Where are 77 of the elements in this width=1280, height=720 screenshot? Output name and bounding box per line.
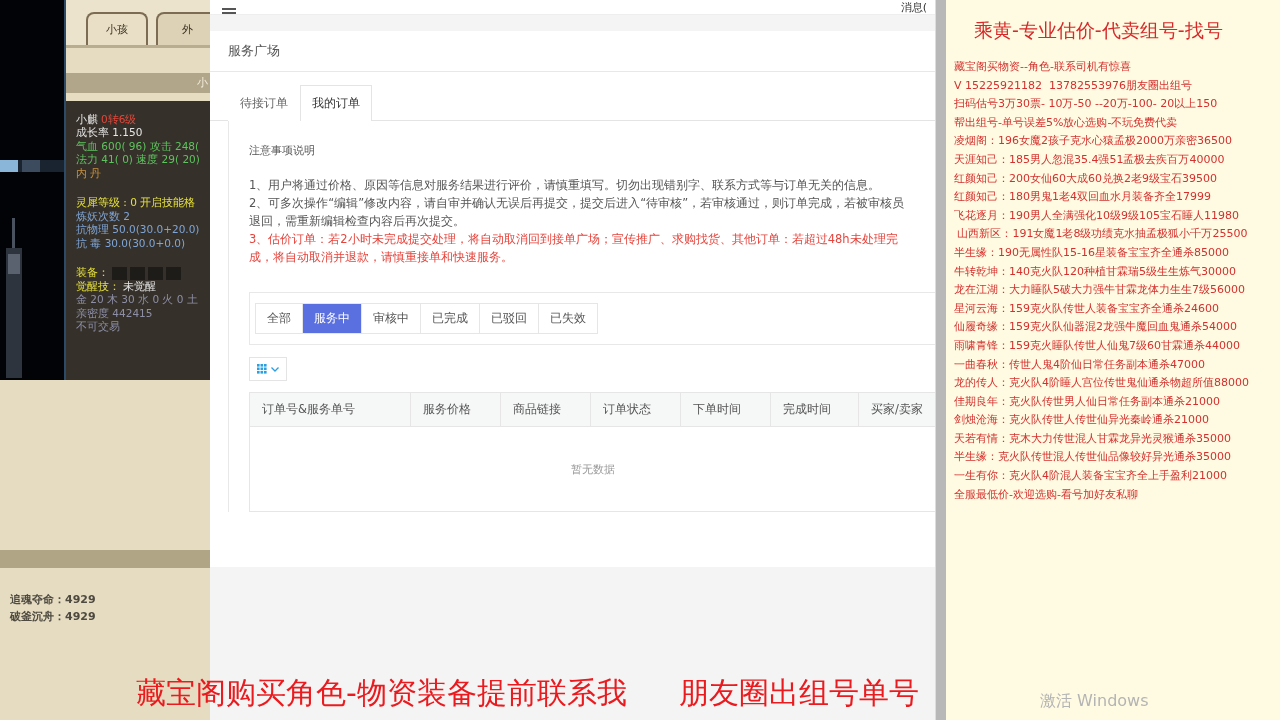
map-tab[interactable] bbox=[0, 160, 18, 172]
ad-line: 雨啸青锋：159克火睡队传世人仙鬼7级60甘霖通杀44000 bbox=[954, 337, 1241, 354]
page-title: 服务广场 bbox=[210, 31, 935, 72]
stat-text: 追魂夺命：4929 bbox=[10, 592, 97, 607]
stat-text: 不可交易 bbox=[76, 320, 120, 335]
stat-text: 法力 41( 0) 速度 29( 20) bbox=[76, 153, 200, 168]
ad-line: 全服最低价-欢迎选购-看号加好友私聊 bbox=[954, 486, 1139, 503]
ad-line: 山西新区：191女魔1老8级功绩克水抽孟极狐小千万25500 bbox=[956, 226, 1249, 243]
ad-line: 飞花逐月：190男人全满强化10级9级105宝石睡人11980 bbox=[954, 207, 1240, 224]
stat-text: 内 丹 bbox=[76, 166, 102, 181]
column-header: 订单号&服务单号 bbox=[250, 393, 411, 426]
ad-line: 藏宝阁买物资--角色-联系司机有惊喜 bbox=[954, 59, 1132, 75]
map-tab[interactable] bbox=[22, 160, 40, 172]
filter-button[interactable]: 已驳回 bbox=[479, 303, 539, 334]
ad-line: 红颜知己：200女仙60大成60兑换2老9级宝石39500 bbox=[954, 170, 1218, 187]
message-link[interactable]: 消息( bbox=[900, 2, 927, 14]
empty-text: 暂无数据 bbox=[570, 461, 615, 477]
filter-button[interactable]: 已失效 bbox=[538, 303, 598, 334]
column-header: 完成时间 bbox=[771, 393, 859, 426]
tower-icon bbox=[6, 218, 22, 378]
ad-line: 扫码估号3万30票- 10万-50 --20万-100- 20以上150 bbox=[954, 96, 1219, 113]
tab[interactable]: 我的订单 bbox=[300, 85, 372, 121]
stat-text: 炼妖次数 2 bbox=[76, 209, 131, 224]
stat-text: 灵犀等级 : 0 开启技能格 bbox=[76, 196, 196, 211]
notice-text: 2、可多次操作“编辑”修改内容，请自审并确认无误后再提交，提交后进入“待审核”，若审核通过，则订单完成，若被审核员退回，需重新编辑检查内容后再次提交。 bbox=[249, 195, 906, 230]
notice-title: 注意事项说明 bbox=[249, 143, 316, 158]
stat-text: 觉醒技： bbox=[76, 279, 120, 294]
caption-text: 朋友圈出组号单号 bbox=[678, 678, 919, 708]
game-tab[interactable]: 外 bbox=[156, 12, 210, 45]
stat-text: 气血 600( 96) 攻击 248( bbox=[76, 139, 200, 154]
stat-text: 小麒 bbox=[76, 112, 98, 127]
ad-line: 佳期良年：克火队传世男人仙日常任务副本通杀21000 bbox=[954, 393, 1221, 410]
ad-line: 天涯知己：185男人忽混35.4强51孟极去疾百万40000 bbox=[954, 151, 1226, 168]
stat-text: 抗 毒 30.0(30.0+0.0) bbox=[76, 236, 186, 251]
ad-title: 乘黄-专业估价-代卖组号-找号 bbox=[974, 18, 1224, 43]
stat-text: 成长率 1.150 bbox=[76, 126, 143, 141]
ad-line: 红颜知己：180男鬼1老4双回血水月装备齐全17999 bbox=[954, 189, 1212, 206]
ad-line: 一曲春秋：传世人鬼4阶仙日常任务副本通杀47000 bbox=[954, 356, 1206, 373]
column-header: 订单状态 bbox=[591, 393, 681, 426]
ad-line: 龙的传人：克火队4阶睡人宫位传世鬼仙通杀物超所值88000 bbox=[954, 375, 1250, 392]
ad-line: 龙在江湖：大力睡队5破大力强牛甘霖龙体力生生7级56000 bbox=[954, 282, 1246, 299]
column-header: 商品链接 bbox=[501, 393, 591, 426]
panel-header: 小 bbox=[66, 73, 210, 93]
filter-button[interactable]: 审核中 bbox=[361, 303, 421, 334]
column-header: 下单时间 bbox=[681, 393, 771, 426]
filter-button[interactable]: 服务中 bbox=[302, 303, 362, 334]
ad-line: 帮出组号-单号误差5%放心选购-不玩免费代卖 bbox=[954, 114, 1179, 131]
stat-text: 抗物理 50.0(30.0+20.0) bbox=[76, 223, 200, 238]
stat-text: 0转6级 bbox=[101, 112, 137, 127]
ad-line: 星河云海：159克火队传世人装备宝宝齐全通杀24600 bbox=[954, 300, 1220, 317]
game-tab[interactable]: 小孩 bbox=[86, 12, 148, 45]
notice-text: 3、估价订单：若2小时未完成提交处理，将自动取消回到接单广场；宣传推广、求购找货、其他订单：若超过48h未处理完成，将自动取消并退款，请慎重接单和快速服务。 bbox=[249, 231, 899, 266]
scrollbar[interactable] bbox=[935, 0, 946, 720]
ad-line: 剑烛沧海：克火队传世人传世仙异光秦岭通杀21000 bbox=[954, 412, 1210, 429]
stat-text: 亲密度 442415 bbox=[76, 306, 153, 321]
ad-line: 仙履奇缘：159克火队仙器混2龙强牛魔回血鬼通杀54000 bbox=[954, 319, 1238, 336]
ad-line: 一生有你：克火队4阶混人装备宝宝齐全上手盈利21000 bbox=[954, 468, 1228, 485]
ad-line: 牛转乾坤：140克火队120种植甘霖瑞5级生生炼气30000 bbox=[954, 263, 1237, 280]
filter-button[interactable]: 全部 bbox=[255, 303, 303, 334]
ad-line: 天若有情：克木大力传世混人甘霖龙异光灵猴通杀35000 bbox=[954, 430, 1232, 447]
stat-text: 未觉醒 bbox=[123, 279, 156, 294]
notice-text: 1、用户将通过价格、原因等信息对服务结果进行评价，请慎重填写。切勿出现错别字、联系方式等与订单无关的信息。 bbox=[249, 177, 882, 194]
caption-text: 藏宝阁购买角色-物资装备提前联系我 bbox=[136, 678, 627, 708]
stat-text: 破釜沉舟：4929 bbox=[10, 609, 97, 624]
column-toggle-button[interactable] bbox=[249, 357, 287, 381]
caret-icon bbox=[271, 366, 279, 372]
stat-text: 金 20 木 30 水 0 火 0 土 bbox=[76, 293, 198, 308]
column-header: 服务价格 bbox=[411, 393, 501, 426]
stat-text: 装备： bbox=[76, 266, 109, 281]
grid-icon bbox=[257, 364, 267, 374]
menu-icon[interactable] bbox=[222, 8, 236, 14]
activation-notice: 激活 Windows bbox=[1040, 691, 1149, 712]
ad-line: 半生缘：克火队传世混人传世仙品像较好异光通杀35000 bbox=[954, 449, 1232, 466]
filter-button[interactable]: 已完成 bbox=[420, 303, 480, 334]
ad-line: 半生缘：190无属性队15-16星装备宝宝齐全通杀85000 bbox=[954, 244, 1230, 261]
ad-line: 凌烟阁：196女魔2孩子克水心猿孟极2000万亲密36500 bbox=[954, 133, 1233, 150]
ad-line: V 15225921182 13782553976朋友圈出组号 bbox=[954, 77, 1193, 94]
